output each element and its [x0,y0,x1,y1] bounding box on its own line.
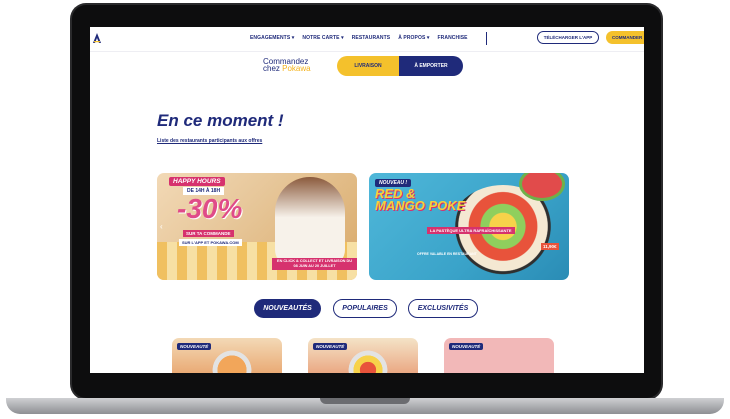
offer-footnote: OFFRE VALABLE EN RESTAURANT [417,252,477,256]
nav-item-engagements[interactable]: ENGAGEMENTS ▾ [250,35,294,41]
card-new-badge: NOUVEAUTÉ [313,343,348,350]
top-navigation: ENGAGEMENTS ▾ NOTRE CARTE ▾ RESTAURANTS … [90,27,644,52]
order-title-chez: chez [263,64,283,73]
product-card[interactable]: NOUVEAUTÉ [172,338,282,373]
promo-banner-red-mango[interactable]: NOUVEAU ! RED & MANGO POKE LA PASTÈQUE U… [369,173,569,280]
card-new-badge: NOUVEAUTÉ [177,343,212,350]
discount-footnote: EN CLICK & COLLECT ET LIVRAISON DU 08 JU… [272,258,357,270]
order-title-brand: Pokawa [282,64,311,73]
product-title: RED & MANGO POKE [375,187,466,213]
person-graphic [275,177,345,267]
tab-exclusivites[interactable]: EXCLUSIVITÉS [408,299,478,318]
nav-item-a-propos[interactable]: À PROPOS ▾ [398,35,429,41]
product-price: 11,90€ [541,243,559,250]
carousel-prev-icon[interactable]: ‹ [160,222,163,231]
order-title: Commandez chez Pokawa [263,58,311,73]
order-title-line2: chez Pokawa [263,64,311,73]
watermelon-graphic [519,173,565,201]
dish-image [343,350,393,373]
tab-populaires[interactable]: POPULAIRES [333,299,397,318]
product-card[interactable]: NOUVEAUTÉ [308,338,418,373]
product-title-line2: MANGO POKE [375,198,466,213]
nav-links: ENGAGEMENTS ▾ NOTRE CARTE ▾ RESTAURANTS … [250,35,468,41]
nav-item-notre-carte[interactable]: NOTRE CARTE ▾ [302,35,343,41]
takeaway-option[interactable]: À EMPORTER [399,56,463,76]
pokawa-logo-icon[interactable] [92,32,102,44]
discount-channel: SUR L'APP ET POKAWA.COM [179,239,242,246]
browser-screen: ENGAGEMENTS ▾ NOTRE CARTE ▾ RESTAURANTS … [90,27,644,373]
tab-nouveautes[interactable]: NOUVEAUTÉS [254,299,321,318]
product-card[interactable]: NOUVEAUTÉ [444,338,554,373]
delivery-option[interactable]: LIVRAISON [337,56,399,76]
product-tagline: LA PASTÈQUE ULTRA RAFRAÎCHISSANTE [427,227,515,234]
happy-hours-badge: HAPPY HOURS [169,177,225,186]
laptop-notch [320,398,410,404]
nav-item-franchise[interactable]: FRANCHISE [438,35,468,41]
discount-subtitle: SUR TA COMMANDE [183,230,234,237]
card-new-badge: NOUVEAUTÉ [449,343,484,350]
order-button[interactable]: COMMANDER [606,31,644,44]
download-app-button[interactable]: TÉLÉCHARGER L'APP [537,31,599,44]
discount-text: -30% [177,193,243,224]
promo-banner-happy-hours[interactable]: HAPPY HOURS DE 14H À 18H -30% SUR TA COM… [157,173,357,280]
nav-divider [486,32,487,45]
delivery-mode-switch: LIVRAISON À EMPORTER [337,56,463,76]
participating-restaurants-link[interactable]: Liste des restaurants participants aux o… [157,138,262,144]
dish-image [207,350,257,373]
section-heading: En ce moment ! [157,111,284,130]
nav-item-restaurants[interactable]: RESTAURANTS [352,35,391,41]
